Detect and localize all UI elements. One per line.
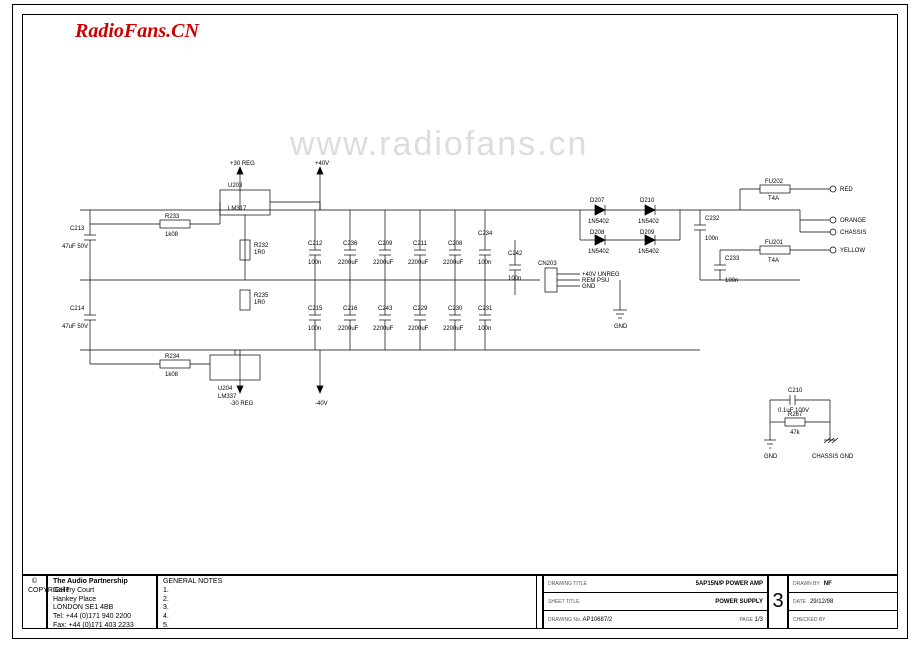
- svg-text:ORANGE: ORANGE: [840, 218, 866, 224]
- site-logo: RadioFans.CN: [75, 20, 199, 43]
- svg-text:CHASSIS: CHASSIS: [840, 230, 866, 236]
- svg-text:C231: C231: [478, 306, 493, 312]
- svg-text:C232: C232: [705, 216, 720, 222]
- lbl-plus30: +30 REG: [230, 161, 255, 167]
- company-info: The Audio Partnership Gallery Court Hank…: [47, 574, 157, 629]
- svg-text:D210: D210: [640, 198, 655, 204]
- svg-text:C210: C210: [788, 388, 803, 394]
- svg-text:C242: C242: [508, 251, 523, 257]
- svg-text:100n: 100n: [308, 260, 321, 266]
- svg-text:CHASSIS GND: CHASSIS GND: [812, 454, 854, 460]
- lbl-c214: C214: [70, 306, 85, 312]
- lbl-r235: R235: [254, 293, 269, 299]
- lbl-minus40: -40V: [315, 401, 328, 407]
- svg-text:100n: 100n: [508, 276, 521, 282]
- svg-text:D207: D207: [590, 198, 605, 204]
- lbl-c213v: 47uF 50V: [62, 244, 88, 250]
- svg-text:1N5402: 1N5402: [588, 249, 610, 255]
- svg-text:FU202: FU202: [765, 179, 784, 185]
- svg-text:47k: 47k: [790, 430, 801, 436]
- title-block: © COPYRIGHT The Audio Partnership Galler…: [22, 574, 898, 629]
- drawing-titles: DRAWING TITLE5AP15N/P POWER AMP SHEET TI…: [543, 574, 768, 629]
- svg-text:FU201: FU201: [765, 240, 784, 246]
- svg-text:100n: 100n: [478, 260, 491, 266]
- svg-text:R267: R267: [788, 412, 803, 418]
- svg-text:2200uF: 2200uF: [443, 260, 464, 266]
- lbl-u204: U204: [218, 386, 233, 392]
- svg-text:C230: C230: [448, 306, 463, 312]
- svg-text:C212: C212: [308, 241, 323, 247]
- svg-text:D209: D209: [640, 230, 655, 236]
- svg-text:C215: C215: [308, 306, 323, 312]
- svg-text:GND: GND: [764, 454, 778, 460]
- lbl-r234v: 1k08: [165, 372, 179, 378]
- svg-text:YELLOW: YELLOW: [840, 248, 865, 254]
- svg-text:2200uF: 2200uF: [408, 326, 429, 332]
- lbl-c213: C213: [70, 226, 85, 232]
- svg-text:2200uF: 2200uF: [338, 326, 359, 332]
- lbl-plus40: +40V: [315, 161, 329, 167]
- svg-text:C209: C209: [378, 241, 393, 247]
- svg-text:C216: C216: [343, 306, 358, 312]
- lbl-u204p: LM337: [218, 394, 237, 400]
- svg-text:C229: C229: [413, 306, 428, 312]
- lbl-u203: U203: [228, 183, 243, 189]
- svg-text:GND: GND: [582, 284, 596, 290]
- lbl-c214v: 47uF 50V: [62, 324, 88, 330]
- svg-text:1N5402: 1N5402: [638, 219, 660, 225]
- lbl-u203p: LM317: [228, 206, 247, 212]
- svg-text:2200uF: 2200uF: [443, 326, 464, 332]
- svg-text:C211: C211: [413, 241, 428, 247]
- svg-text:1N5402: 1N5402: [588, 219, 610, 225]
- svg-text:2200uF: 2200uF: [338, 260, 359, 266]
- meta-block: DRAWN BYNF DATE29/12/98 CHECKED BY: [788, 574, 898, 629]
- svg-text:CN203: CN203: [538, 261, 557, 267]
- svg-text:RED: RED: [840, 187, 853, 193]
- schematic-sub: C210 0.1uF 100V R267 47k GND CHASSIS GND: [740, 380, 860, 475]
- svg-text:100n: 100n: [705, 236, 718, 242]
- svg-text:D208: D208: [590, 230, 605, 236]
- svg-text:1N5402: 1N5402: [638, 249, 660, 255]
- lbl-minus30: -30 REG: [230, 401, 254, 407]
- svg-text:C243: C243: [378, 306, 393, 312]
- svg-text:100n: 100n: [478, 326, 491, 332]
- lbl-r233: R233: [165, 214, 180, 220]
- svg-text:2200uF: 2200uF: [373, 260, 394, 266]
- svg-text:C208: C208: [448, 241, 463, 247]
- lbl-r232v: 1R0: [254, 250, 266, 256]
- copyright: © COPYRIGHT: [22, 574, 47, 629]
- svg-text:T4A: T4A: [768, 258, 779, 264]
- lbl-r234: R234: [165, 354, 180, 360]
- svg-text:GND: GND: [614, 324, 628, 330]
- revision: 3: [768, 574, 788, 629]
- svg-text:C236: C236: [343, 241, 358, 247]
- svg-text:T4A: T4A: [768, 196, 779, 202]
- svg-text:100n: 100n: [725, 278, 738, 284]
- svg-text:2200uF: 2200uF: [408, 260, 429, 266]
- general-notes: GENERAL NOTES 1. 2. 3. 4. 5.: [157, 574, 537, 629]
- svg-text:C233: C233: [725, 256, 740, 262]
- lbl-r232: R232: [254, 243, 269, 249]
- svg-text:100n: 100n: [308, 326, 321, 332]
- svg-text:2200uF: 2200uF: [373, 326, 394, 332]
- lbl-r235v: 1R0: [254, 300, 266, 306]
- svg-text:C234: C234: [478, 231, 493, 237]
- lbl-r233v: 1k08: [165, 232, 179, 238]
